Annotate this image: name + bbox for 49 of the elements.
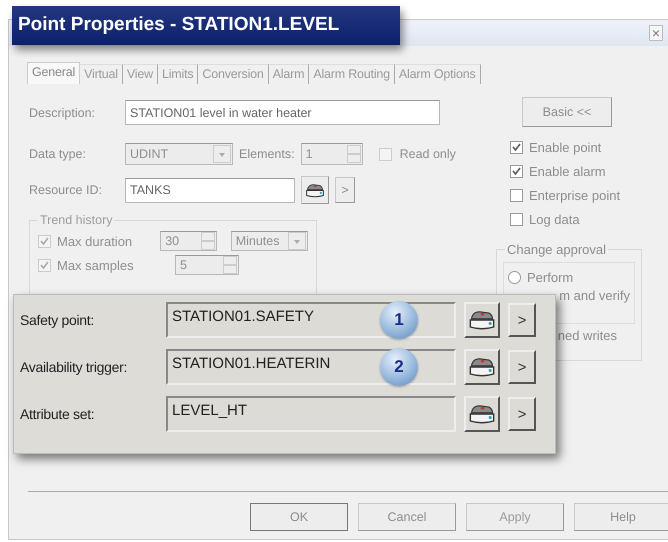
tank-icon [306, 184, 324, 197]
tank-icon [470, 405, 494, 424]
browse-menu-button[interactable]: > [335, 177, 355, 203]
tank-icon [470, 358, 494, 376]
field-label: Attribute set: [20, 406, 96, 422]
tank-icon [470, 311, 494, 330]
dialog-button[interactable]: OK [250, 503, 348, 531]
checkbox[interactable] [510, 164, 523, 178]
browse-menu-button[interactable]: > [508, 303, 536, 337]
point-field[interactable]: LEVEL_HT [166, 396, 456, 432]
radio-label: m and verify [558, 288, 630, 303]
checkbox-label: Log data [529, 212, 580, 226]
browse-button[interactable] [301, 176, 329, 204]
tab[interactable]: General [27, 62, 80, 84]
dialog-button[interactable]: Help [574, 503, 668, 531]
resource-id-field[interactable]: TANKS [125, 178, 295, 202]
dialog-button[interactable]: Cancel [358, 503, 456, 531]
tab[interactable]: Alarm Options [394, 64, 481, 84]
checkbox[interactable] [510, 212, 523, 226]
close-button[interactable]: × [648, 25, 663, 41]
tab[interactable]: Conversion [198, 64, 269, 84]
field-label: Safety point: [20, 312, 95, 328]
checkbox-label: Read only [400, 147, 456, 161]
checkbox[interactable] [510, 188, 523, 202]
tab[interactable]: Alarm Routing [309, 64, 395, 84]
checkbox-label: Max samples [57, 258, 135, 272]
browse-menu-button[interactable]: > [508, 350, 536, 384]
browse-menu-button[interactable]: > [508, 397, 536, 431]
radio-label: Perform [527, 270, 574, 284]
description-field[interactable]: STATION01 level in water heater [125, 100, 440, 125]
checkbox-label: Enable point [529, 140, 602, 154]
checkbox[interactable] [510, 140, 523, 154]
tab[interactable]: View [122, 64, 158, 84]
tab[interactable]: Limits [158, 64, 198, 84]
field-label: Resource ID: [29, 183, 103, 197]
group-title: Trend history [38, 213, 114, 227]
field-label: Elements: [239, 147, 295, 161]
checkbox-label: Enterprise point [529, 188, 620, 202]
tab[interactable]: Alarm [268, 64, 310, 84]
window-title: Point Properties - STATION1.LEVEL [12, 6, 400, 45]
field-label: Data type: [29, 147, 87, 161]
group-title: Change approval [505, 242, 608, 257]
basic-button[interactable]: Basic << [522, 97, 612, 127]
checkbox-label: Enable alarm [529, 164, 606, 178]
tab[interactable]: Virtual [80, 64, 123, 84]
checkbox-label: Max duration [57, 234, 134, 248]
field-label: Description: [29, 106, 96, 120]
radio-button[interactable] [508, 270, 521, 284]
field-label: Availability trigger: [20, 359, 128, 375]
